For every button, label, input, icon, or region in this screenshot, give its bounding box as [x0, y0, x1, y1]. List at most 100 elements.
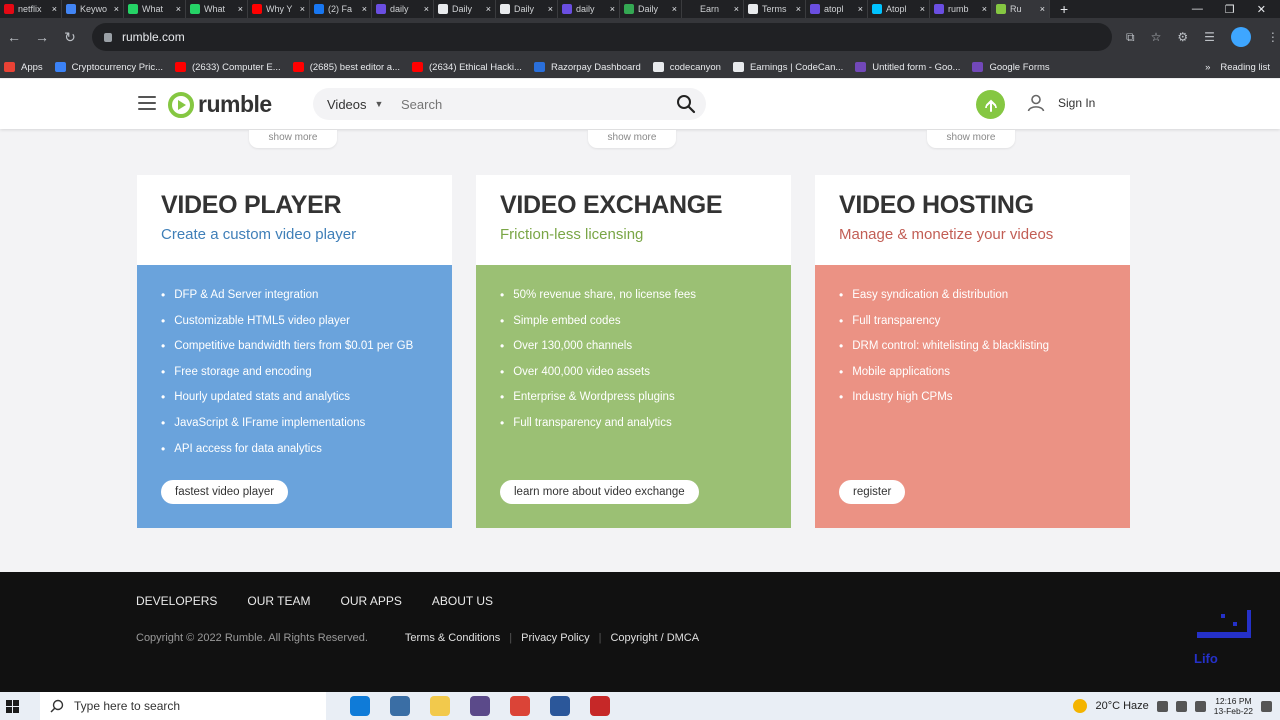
sign-in-button[interactable]: Sign In: [1026, 93, 1095, 113]
profile-avatar[interactable]: [1230, 27, 1251, 47]
browser-tab[interactable]: What ×: [186, 0, 248, 18]
store-icon[interactable]: [390, 696, 410, 716]
browser-tab[interactable]: atopl ×: [806, 0, 868, 18]
recorder-icon[interactable]: [590, 696, 610, 716]
chevron-up-icon[interactable]: [1156, 700, 1168, 712]
close-icon[interactable]: ×: [858, 4, 863, 14]
browser-tab[interactable]: Keywo ×: [62, 0, 124, 18]
bookmarks-end: » Reading list: [1205, 62, 1280, 73]
browser-tab[interactable]: What ×: [124, 0, 186, 18]
browser-tab[interactable]: daily ×: [558, 0, 620, 18]
bookmark-item[interactable]: (2634) Ethical Hacki...: [412, 62, 522, 73]
network-icon[interactable]: [1175, 700, 1187, 712]
bookmark-item[interactable]: Razorpay Dashboard: [533, 62, 641, 73]
close-icon[interactable]: ×: [982, 4, 987, 14]
footer-nav-link[interactable]: DEVELOPERS: [136, 594, 217, 608]
close-icon[interactable]: ×: [52, 4, 57, 14]
menu-icon[interactable]: ⋮: [1267, 30, 1279, 44]
media-icon[interactable]: [470, 696, 490, 716]
close-icon[interactable]: ×: [486, 4, 491, 14]
maximize-icon[interactable]: ❐: [1225, 3, 1235, 16]
rumble-logo[interactable]: rumble: [168, 91, 272, 118]
close-icon[interactable]: ×: [610, 4, 615, 14]
close-icon[interactable]: ×: [238, 4, 243, 14]
bookmark-item[interactable]: (2685) best editor a...: [292, 62, 400, 73]
windows-start-icon[interactable]: [6, 699, 28, 713]
card-cta-button[interactable]: learn more about video exchange: [500, 480, 699, 504]
footer-nav-link[interactable]: ABOUT US: [432, 594, 493, 608]
close-icon[interactable]: ×: [114, 4, 119, 14]
browser-tab[interactable]: rumb ×: [930, 0, 992, 18]
close-icon[interactable]: ×: [300, 4, 305, 14]
browser-tab[interactable]: Atopl ×: [868, 0, 930, 18]
minimize-icon[interactable]: —: [1192, 3, 1203, 16]
reading-list-button[interactable]: Reading list: [1220, 62, 1270, 73]
footer-legal-link[interactable]: Privacy Policy: [521, 632, 589, 644]
close-icon[interactable]: ×: [1040, 4, 1045, 14]
footer-nav-link[interactable]: OUR TEAM: [247, 594, 310, 608]
volume-icon[interactable]: [1194, 700, 1206, 712]
footer-legal-link[interactable]: Copyright / DMCA: [610, 632, 699, 644]
close-icon[interactable]: ×: [796, 4, 801, 14]
word-icon[interactable]: [550, 696, 570, 716]
close-window-icon[interactable]: ✕: [1257, 3, 1266, 16]
more-bookmarks-icon[interactable]: »: [1205, 62, 1210, 73]
browser-tab[interactable]: Ru ×: [992, 0, 1050, 18]
taskbar-search[interactable]: Type here to search: [40, 692, 326, 720]
close-icon[interactable]: ×: [362, 4, 367, 14]
edge-icon[interactable]: [350, 696, 370, 716]
browser-tab[interactable]: Why Y ×: [248, 0, 310, 18]
star-icon[interactable]: ☆: [1151, 30, 1162, 44]
hamburger-menu-icon[interactable]: [138, 96, 156, 110]
browser-tab[interactable]: netflix ×: [0, 0, 62, 18]
bookmark-item[interactable]: Apps: [4, 62, 43, 73]
bookmark-item[interactable]: Earnings | CodeCan...: [732, 62, 843, 73]
url-text[interactable]: rumble.com: [122, 30, 185, 44]
close-icon[interactable]: ×: [920, 4, 925, 14]
browser-tab[interactable]: Daily ×: [434, 0, 496, 18]
weather-text[interactable]: 20°C Haze: [1095, 700, 1148, 712]
bookmark-item[interactable]: Google Forms: [972, 62, 1050, 73]
extensions-icon[interactable]: ⚙: [1177, 30, 1188, 44]
close-icon[interactable]: ×: [548, 4, 553, 14]
show-more-button[interactable]: show more: [249, 130, 337, 148]
footer-legal-link[interactable]: Terms & Conditions: [405, 632, 500, 644]
browser-tab[interactable]: Daily ×: [620, 0, 682, 18]
search-icon[interactable]: [676, 94, 696, 114]
back-icon[interactable]: ←: [0, 29, 28, 45]
upload-button[interactable]: [976, 90, 1005, 119]
chrome-icon[interactable]: [510, 696, 530, 716]
reload-icon[interactable]: ↻: [56, 29, 84, 46]
browser-tab[interactable]: (2) Fa ×: [310, 0, 372, 18]
bookmark-item[interactable]: Untitled form - Goo...: [855, 62, 960, 73]
card-cta-button[interactable]: fastest video player: [161, 480, 289, 504]
address-bar[interactable]: rumble.com: [92, 23, 1112, 51]
footer-nav-link[interactable]: OUR APPS: [341, 594, 402, 608]
close-icon[interactable]: ×: [176, 4, 181, 14]
media-control-icon[interactable]: ☰: [1204, 30, 1215, 44]
forward-icon[interactable]: →: [28, 29, 56, 45]
notifications-icon[interactable]: [1261, 700, 1272, 712]
share-icon[interactable]: ⧉: [1126, 30, 1135, 45]
bookmark-item[interactable]: Cryptocurrency Pric...: [54, 62, 163, 73]
bookmark-item[interactable]: codecanyon: [652, 62, 721, 73]
rumble-play-icon: [168, 91, 194, 118]
browser-tab[interactable]: daily ×: [372, 0, 434, 18]
new-tab-button[interactable]: +: [1050, 1, 1078, 17]
close-icon[interactable]: ×: [734, 4, 739, 14]
search-category-select[interactable]: Videos ▼: [313, 97, 401, 112]
browser-tab[interactable]: Daily ×: [496, 0, 558, 18]
close-icon[interactable]: ×: [672, 4, 677, 14]
bullet-icon: •: [161, 441, 166, 456]
bullet-icon: •: [839, 288, 844, 302]
file-explorer-icon[interactable]: [430, 696, 450, 716]
browser-tab[interactable]: Earn ×: [682, 0, 744, 18]
browser-tab[interactable]: Terms ×: [744, 0, 806, 18]
clock[interactable]: 12:16 PM 13-Feb-22: [1214, 696, 1253, 716]
close-icon[interactable]: ×: [424, 4, 429, 14]
card-cta-button[interactable]: register: [839, 480, 906, 504]
bookmark-item[interactable]: (2633) Computer E...: [174, 62, 281, 73]
show-more-button[interactable]: show more: [927, 130, 1015, 148]
search-input[interactable]: [401, 96, 651, 112]
show-more-button[interactable]: show more: [588, 130, 676, 148]
